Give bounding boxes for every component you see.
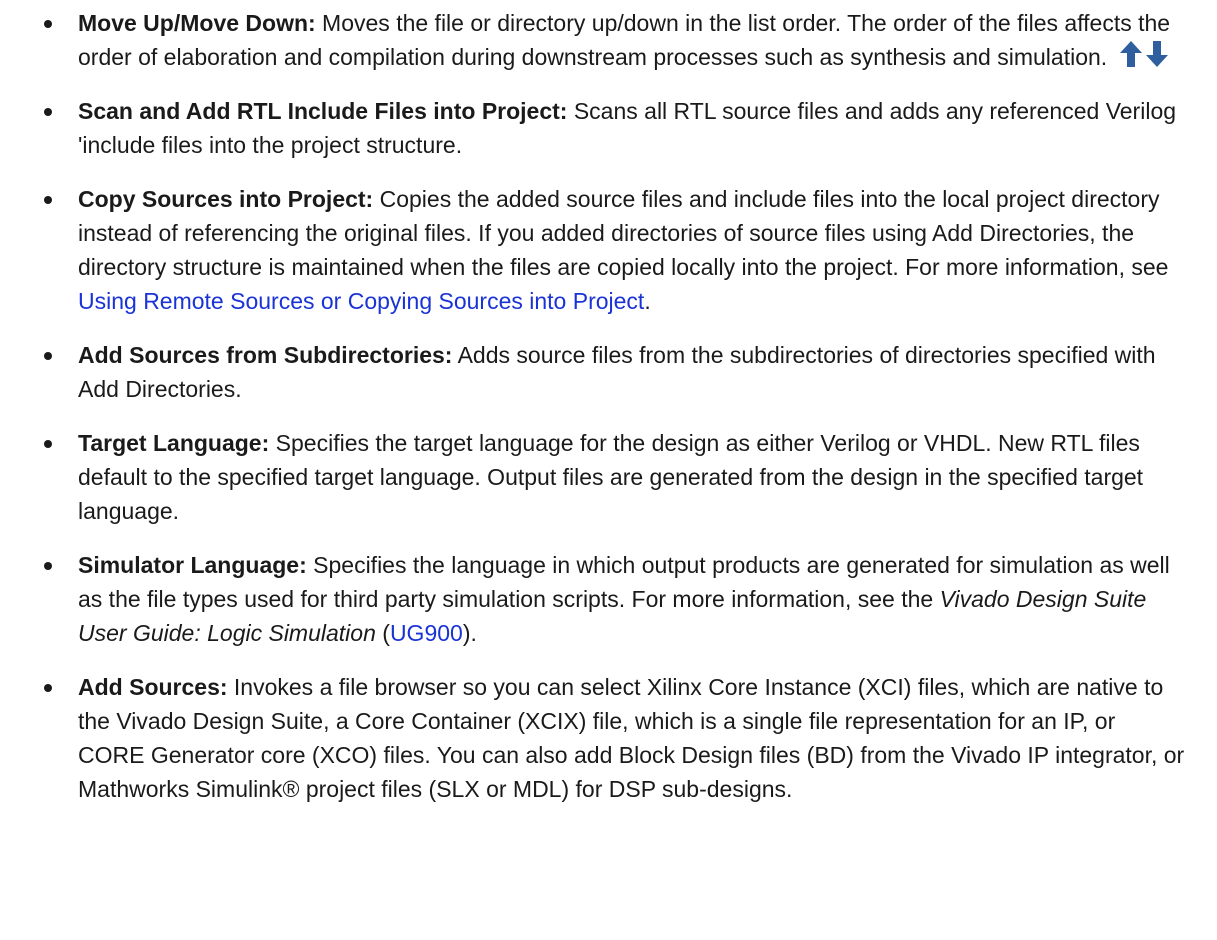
term-simulator-language: Simulator Language: [78,552,307,578]
option-list: Move Up/Move Down: Moves the file or dir… [38,6,1187,806]
term-move-up-down: Move Up/Move Down: [78,10,316,36]
list-item-move-up-down: Move Up/Move Down: Moves the file or dir… [38,6,1187,74]
list-item-simulator-language: Simulator Language: Specifies the langua… [38,548,1187,650]
paren-open: ( [375,620,390,646]
list-item-copy-sources: Copy Sources into Project: Copies the ad… [38,182,1187,318]
term-add-sources: Add Sources: [78,674,228,700]
term-target-language: Target Language: [78,430,270,456]
desc-add-sources: Invokes a file browser so you can select… [78,674,1185,802]
term-copy-sources: Copy Sources into Project: [78,186,374,212]
desc-copy-sources-end: . [644,288,651,314]
term-scan-include: Scan and Add RTL Include Files into Proj… [78,98,568,124]
list-item-target-language: Target Language: Specifies the target la… [38,426,1187,528]
link-ug900[interactable]: UG900 [390,620,463,646]
arrow-up-icon [1119,41,1142,67]
list-item-add-subdirectories: Add Sources from Subdirectories: Adds so… [38,338,1187,406]
list-item-add-sources: Add Sources: Invokes a file browser so y… [38,670,1187,806]
link-remote-sources[interactable]: Using Remote Sources or Copying Sources … [78,288,644,314]
list-item-scan-include: Scan and Add RTL Include Files into Proj… [38,94,1187,162]
move-arrows [1119,41,1168,67]
term-add-subdirectories: Add Sources from Subdirectories: [78,342,453,368]
arrow-down-icon [1145,41,1168,67]
paren-close: ). [462,620,477,646]
document-page: Move Up/Move Down: Moves the file or dir… [0,0,1217,940]
